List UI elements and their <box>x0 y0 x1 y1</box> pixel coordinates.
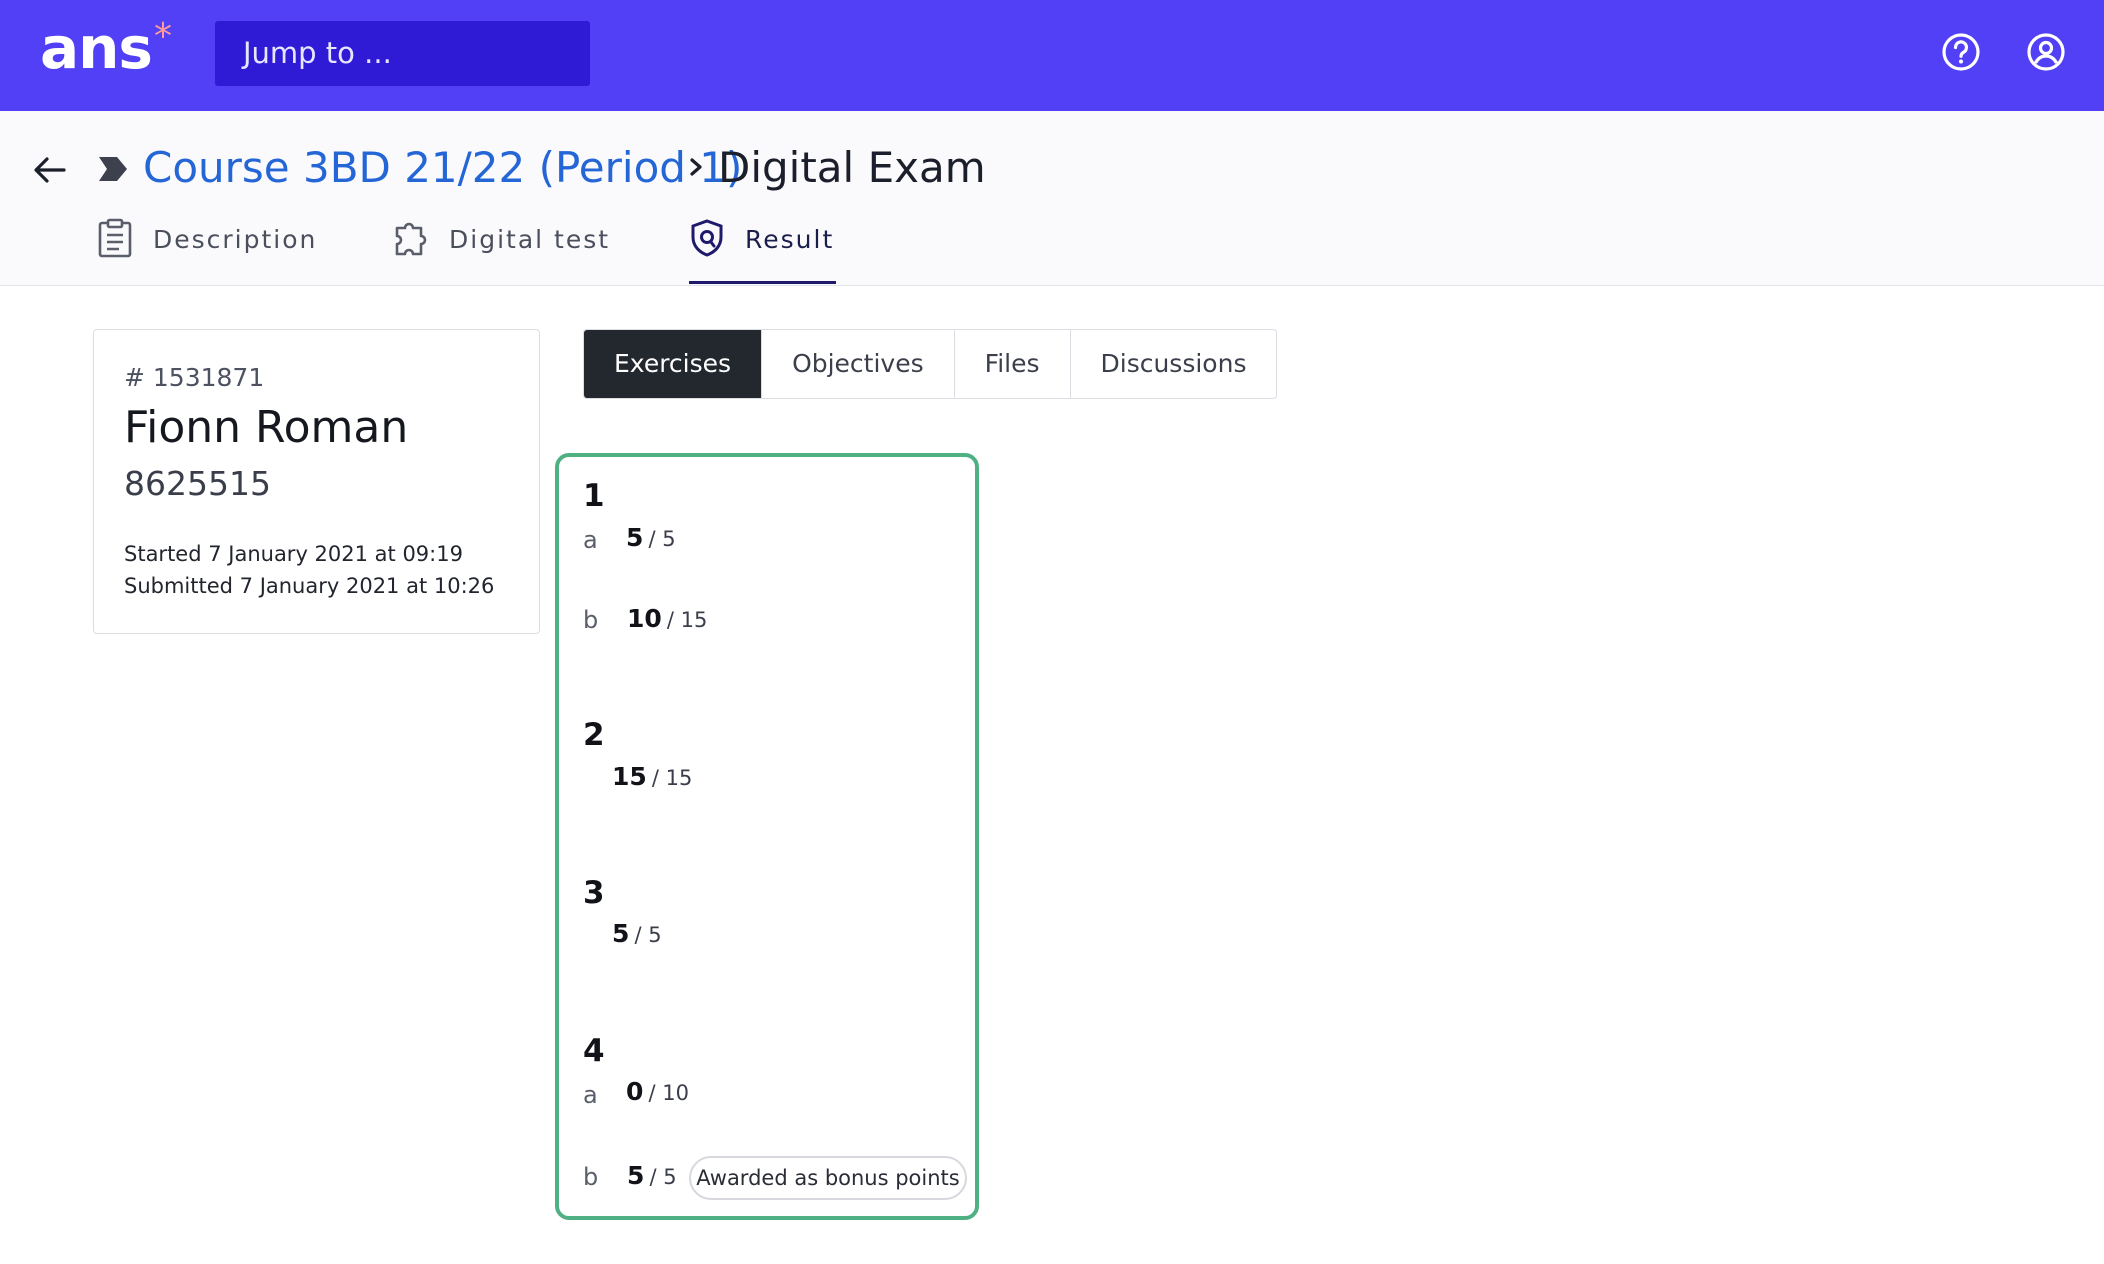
logo[interactable]: ans <box>40 14 153 82</box>
score-points: 5 <box>612 919 630 948</box>
score[interactable]: 10 / 15 <box>627 604 707 633</box>
subquestion-label: b <box>583 1163 599 1191</box>
exercise-number: 1 <box>583 478 605 514</box>
score-points: 0 <box>626 1077 644 1106</box>
score-max: / 5 <box>634 923 662 947</box>
subquestion-label: b <box>583 606 599 634</box>
exercise-number: 2 <box>583 717 605 753</box>
score-max: / 15 <box>651 766 693 790</box>
score-points: 5 <box>626 523 644 552</box>
subquestion-label: a <box>583 1081 598 1109</box>
puzzle-icon <box>395 222 427 256</box>
tab-files[interactable]: Files <box>955 330 1071 398</box>
chevron-right-icon <box>690 158 702 176</box>
tab-result[interactable]: Result <box>689 218 837 284</box>
jump-to-search[interactable]: Jump to ... <box>215 21 590 86</box>
exercise-number: 3 <box>583 875 605 911</box>
score-points: 10 <box>627 604 662 633</box>
page-title: Digital Exam <box>718 143 986 192</box>
student-name: Fionn Roman <box>124 402 409 453</box>
submission-id: # 1531871 <box>124 363 265 392</box>
arrow-left-icon[interactable] <box>30 150 70 190</box>
shield-icon <box>691 219 723 257</box>
course-tag-icon <box>99 157 127 181</box>
score-points: 5 <box>627 1161 645 1190</box>
exercise-number: 4 <box>583 1033 605 1069</box>
score[interactable]: 5 / 5 <box>626 523 676 552</box>
tab-discussions[interactable]: Discussions <box>1071 330 1277 398</box>
logo-star: * <box>154 16 172 57</box>
score-max: / 5 <box>648 527 676 551</box>
top-bar: ans * Jump to ... <box>0 0 2104 111</box>
score-max: / 5 <box>649 1165 677 1189</box>
breadcrumb-course-link[interactable]: Course 3BD 21/22 (Period 1) <box>143 143 742 192</box>
score[interactable]: 5 / 5 <box>627 1161 677 1190</box>
tab-digital-test[interactable]: Digital test <box>393 218 610 284</box>
exercises-panel: 1 a 5 / 5 b 10 / 15 2 15 / 15 3 5 / 5 4 … <box>555 453 979 1220</box>
user-circle-icon[interactable] <box>2025 31 2067 73</box>
tab-objectives[interactable]: Objectives <box>762 330 955 398</box>
subquestion-label: a <box>583 526 598 554</box>
tab-description-label: Description <box>153 225 318 254</box>
score-max: / 15 <box>666 608 708 632</box>
score[interactable]: 0 / 10 <box>626 1077 689 1106</box>
clipboard-icon <box>98 218 132 258</box>
tab-description[interactable]: Description <box>97 218 317 284</box>
student-card: # 1531871 Fionn Roman 8625515 Started 7 … <box>93 329 540 634</box>
score-points: 15 <box>612 762 647 791</box>
score-max: / 10 <box>648 1081 689 1105</box>
tab-result-label: Result <box>745 225 835 254</box>
tab-digital-test-label: Digital test <box>449 225 611 254</box>
help-circle-icon[interactable] <box>1940 31 1982 73</box>
score[interactable]: 15 / 15 <box>612 762 692 791</box>
student-number: 8625515 <box>124 464 271 503</box>
result-tabs: Exercises Objectives Files Discussions <box>583 329 1278 399</box>
score[interactable]: 5 / 5 <box>612 919 662 948</box>
tab-exercises[interactable]: Exercises <box>584 330 763 398</box>
submitted-time: Submitted 7 January 2021 at 10:26 <box>124 574 495 598</box>
bonus-points-badge: Awarded as bonus points <box>689 1156 967 1200</box>
started-time: Started 7 January 2021 at 09:19 <box>124 542 463 566</box>
